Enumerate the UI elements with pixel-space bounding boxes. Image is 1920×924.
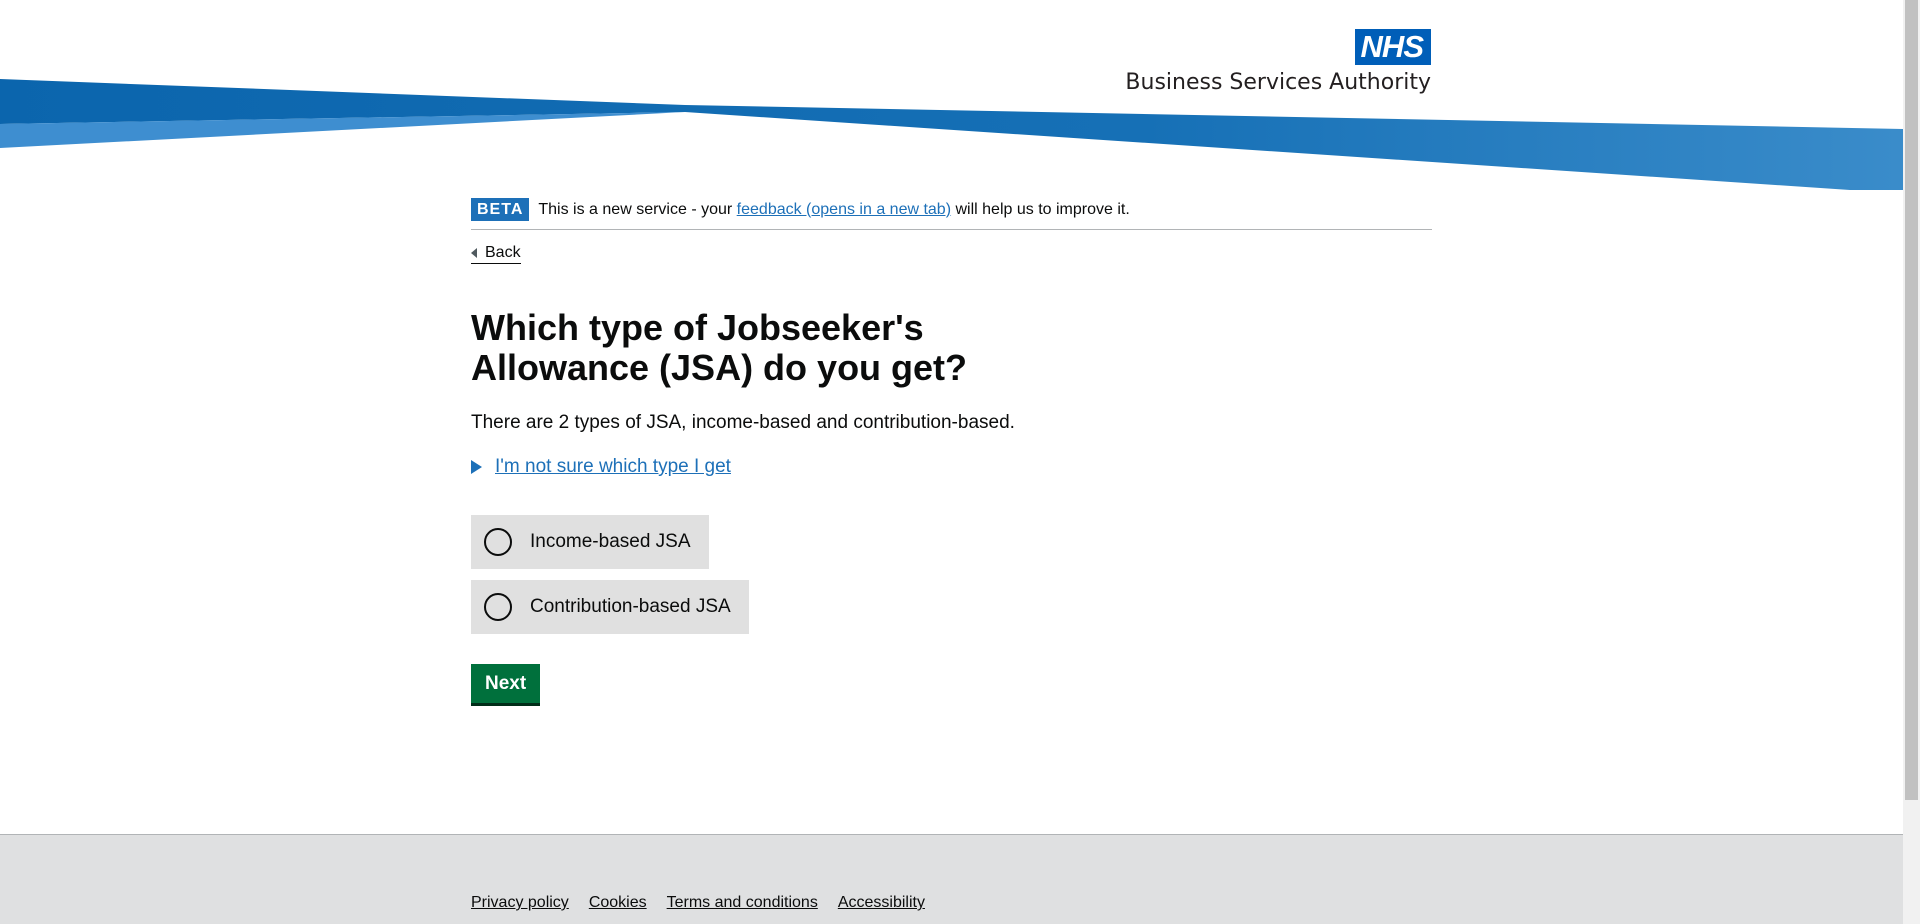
- footer: Privacy policy Cookies Terms and conditi…: [0, 834, 1903, 924]
- scrollbar-thumb[interactable]: [1905, 0, 1918, 800]
- footer-link-terms[interactable]: Terms and conditions: [667, 894, 818, 912]
- brand-logo[interactable]: NHS Business Services Authority: [1125, 29, 1431, 95]
- org-name: Business Services Authority: [1125, 70, 1431, 95]
- details-summary-text: I'm not sure which type I get: [495, 456, 731, 477]
- back-link-label: Back: [485, 244, 521, 261]
- caret-right-icon: [471, 460, 482, 474]
- page: NHS Business Services Authority BETA Thi…: [0, 0, 1920, 924]
- header-banner: [0, 79, 1903, 190]
- radio-button[interactable]: [484, 528, 512, 556]
- footer-link-privacy[interactable]: Privacy policy: [471, 894, 569, 912]
- question-hint: There are 2 types of JSA, income-based a…: [471, 412, 1015, 433]
- phase-banner: BETA This is a new service - your feedba…: [471, 198, 1432, 230]
- main-container: BETA This is a new service - your feedba…: [471, 198, 1432, 703]
- radio-group: Income-based JSA Contribution-based JSA: [471, 515, 1432, 645]
- phase-text-before: This is a new service - your: [538, 200, 733, 218]
- footer-links: Privacy policy Cookies Terms and conditi…: [471, 894, 945, 912]
- vertical-scrollbar[interactable]: [1903, 0, 1920, 924]
- beta-tag: BETA: [471, 198, 530, 221]
- radio-income-based[interactable]: Income-based JSA: [471, 515, 709, 569]
- page-title: Which type of Jobseeker's Allowance (JSA…: [471, 307, 968, 388]
- radio-button[interactable]: [484, 593, 512, 621]
- footer-link-cookies[interactable]: Cookies: [589, 894, 647, 912]
- phase-banner-text: This is a new service - your feedback (o…: [538, 201, 1129, 219]
- radio-label: Contribution-based JSA: [530, 596, 731, 617]
- footer-link-accessibility[interactable]: Accessibility: [838, 894, 925, 912]
- back-arrow-icon: [471, 248, 477, 258]
- nhs-logo: NHS: [1354, 29, 1431, 65]
- feedback-link[interactable]: feedback (opens in a new tab): [737, 201, 951, 218]
- phase-text-after: will help us to improve it.: [955, 200, 1130, 218]
- details-summary[interactable]: I'm not sure which type I get: [471, 456, 1432, 478]
- back-link[interactable]: Back: [471, 244, 521, 264]
- radio-label: Income-based JSA: [530, 531, 691, 552]
- radio-contribution-based[interactable]: Contribution-based JSA: [471, 580, 749, 634]
- next-button[interactable]: Next: [471, 664, 541, 703]
